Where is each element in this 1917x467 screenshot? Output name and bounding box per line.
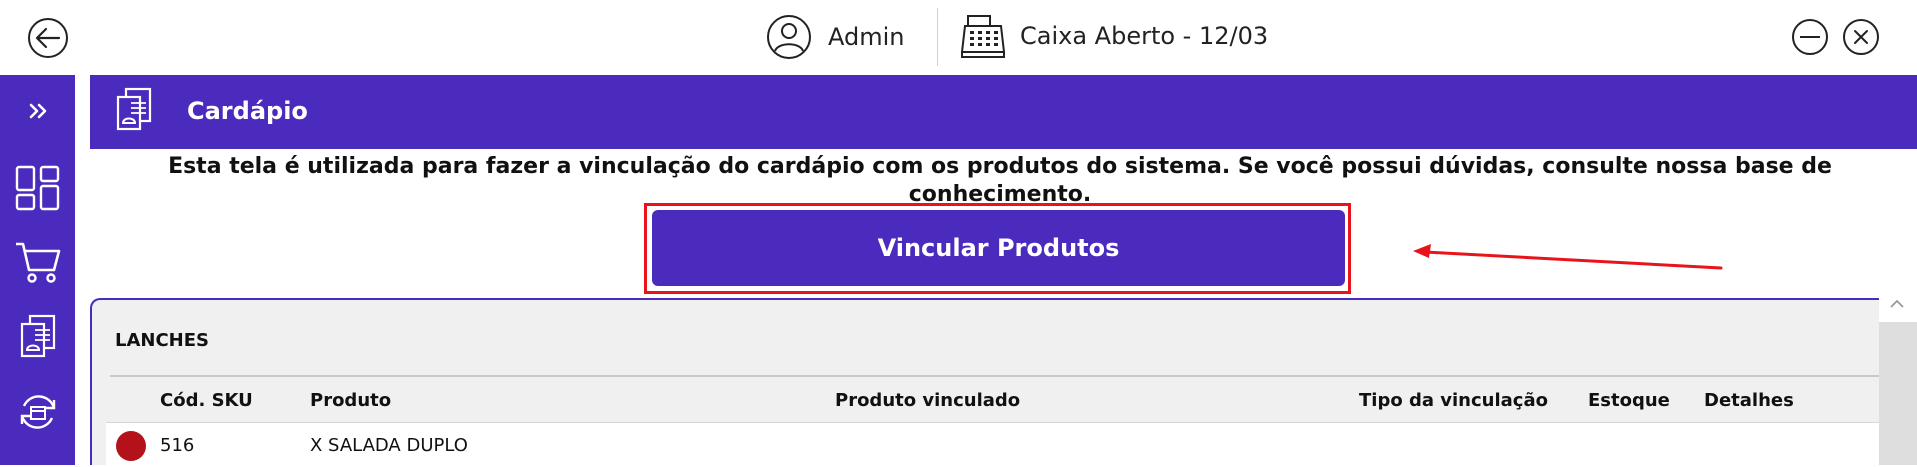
cash-register-icon [960,15,1006,58]
column-header-linked-product[interactable]: Produto vinculado [835,390,1020,411]
arrow-left-icon [35,27,61,49]
register-status-text: Caixa Aberto - 12/03 [1020,22,1269,50]
user-info[interactable]: Admin [766,14,905,60]
top-bar: Admin Caixa Aberto - 12/03 [0,0,1917,75]
sync-icon [20,395,55,429]
user-circle-icon [767,15,811,59]
scroll-up-arrow[interactable] [1889,294,1905,313]
status-indicator [116,431,146,461]
column-header-stock[interactable]: Estoque [1588,390,1670,411]
back-button[interactable] [28,18,68,58]
topbar-divider [937,8,938,66]
minimize-button[interactable] [1792,19,1828,55]
arrow-annotation [1413,244,1723,270]
close-button[interactable] [1843,19,1879,55]
section-title: LANCHES [115,330,209,351]
column-header-product[interactable]: Produto [310,390,391,411]
cell-product: X SALADA DUPLO [310,435,468,456]
chevron-up-icon [1890,299,1904,308]
scroll-track[interactable] [1879,322,1917,465]
cell-sku: 516 [160,435,195,456]
cart-icon [15,242,60,283]
double-chevron-right-icon [29,103,46,119]
table-row[interactable]: 516 X SALADA DUPLO [106,422,1881,467]
register-status[interactable]: Caixa Aberto - 12/03 [960,14,1268,58]
sidebar-expand-button[interactable] [0,103,75,119]
link-products-button[interactable]: Vincular Produtos [652,210,1345,286]
dashboard-icon [15,165,59,211]
column-header-details[interactable]: Detalhes [1704,390,1794,411]
column-header-link-type[interactable]: Tipo da vinculação [1359,390,1548,411]
sidebar [0,75,75,465]
close-icon [1854,30,1868,44]
user-name: Admin [828,23,905,51]
page-title: Cardápio [187,97,308,125]
scrollbar[interactable] [1879,286,1917,465]
menu-card-icon [20,314,55,358]
menu-card-icon [114,87,154,139]
section-divider [110,375,1881,377]
sidebar-item-sales[interactable] [0,240,75,284]
sidebar-item-sync[interactable] [0,390,75,434]
column-header-sku[interactable]: Cód. SKU [160,390,253,411]
minimize-icon [1800,36,1820,38]
sidebar-item-menu[interactable] [0,314,75,360]
menu-table-panel: LANCHES Cód. SKU Produto Produto vincula… [90,298,1881,467]
info-text: Esta tela é utilizada para fazer a vincu… [168,154,1832,207]
sidebar-item-dashboard[interactable] [0,165,75,211]
page-header: Cardápio [90,75,1917,149]
